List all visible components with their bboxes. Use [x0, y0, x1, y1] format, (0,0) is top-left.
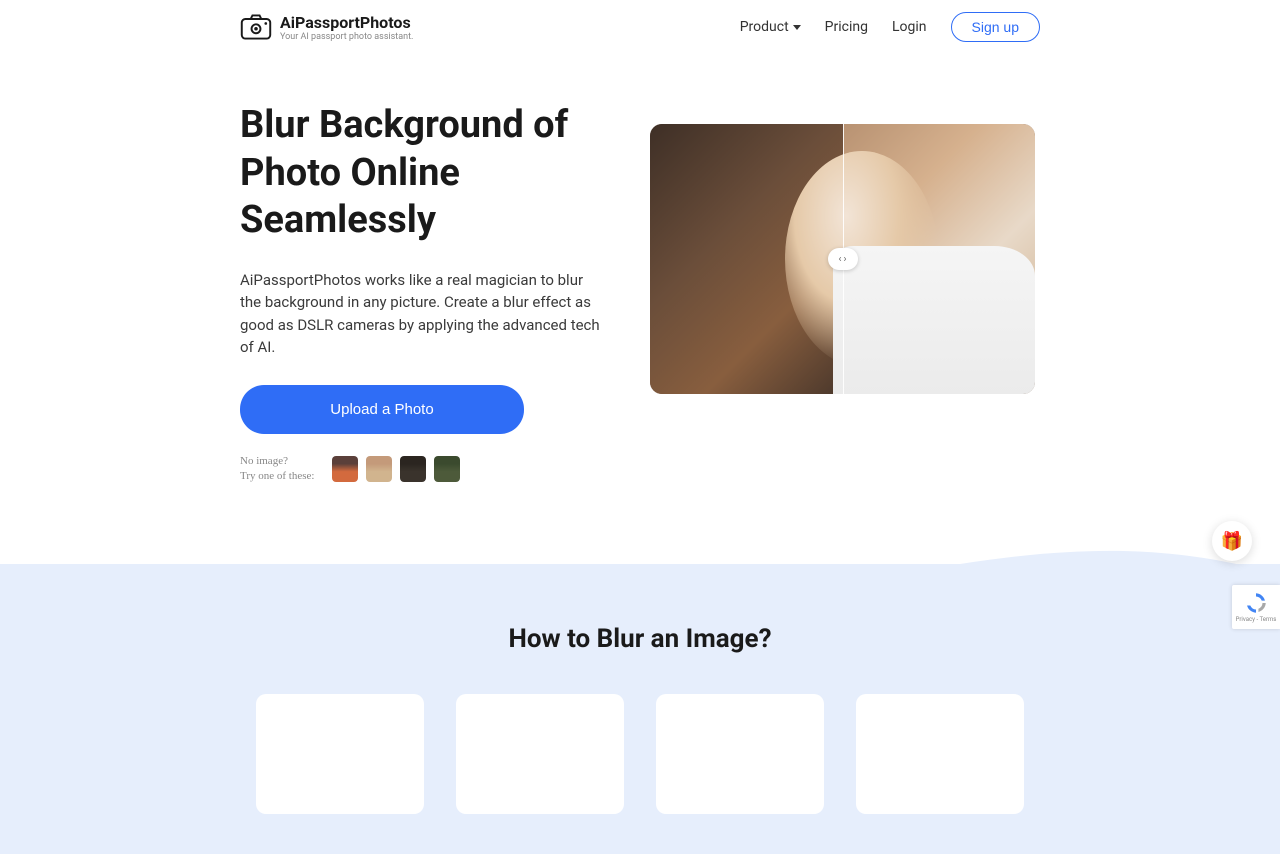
sample-thumb-1[interactable] [332, 456, 358, 482]
compare-after-image [843, 124, 1036, 394]
steps-title: How to Blur an Image? [0, 624, 1280, 654]
hero-title: Blur Background of Photo Online Seamless… [240, 102, 600, 245]
hero-right: ‹ › [650, 84, 1035, 484]
sample-images-row: No image? Try one of these: [240, 454, 600, 485]
steps-cards [0, 694, 1280, 814]
gift-fab-button[interactable]: 🎁 [1212, 521, 1252, 561]
step-card-3 [656, 694, 824, 814]
wave-divider [0, 524, 1280, 604]
recaptcha-terms[interactable]: Terms [1260, 616, 1277, 623]
step-card-4 [856, 694, 1024, 814]
recaptcha-icon [1243, 590, 1269, 616]
nav-pricing[interactable]: Pricing [825, 19, 868, 35]
header: AiPassportPhotos Your AI passport photo … [0, 0, 1280, 54]
chevron-right-icon: › [844, 254, 847, 265]
camera-logo-icon [240, 13, 272, 41]
chevron-left-icon: ‹ [838, 254, 841, 265]
nav-product[interactable]: Product [740, 19, 801, 35]
before-after-compare[interactable]: ‹ › [650, 124, 1035, 394]
brand-name: AiPassportPhotos [280, 13, 413, 32]
recaptcha-links: Privacy - Terms [1236, 616, 1277, 623]
hero-section: Blur Background of Photo Online Seamless… [0, 54, 1280, 484]
sample-thumb-4[interactable] [434, 456, 460, 482]
recaptcha-privacy[interactable]: Privacy [1236, 616, 1255, 623]
step-card-1 [256, 694, 424, 814]
compare-slider-handle[interactable]: ‹ › [828, 248, 858, 270]
sample-thumb-3[interactable] [400, 456, 426, 482]
gift-icon: 🎁 [1221, 531, 1243, 552]
top-nav: Product Pricing Login Sign up [740, 12, 1040, 42]
brand-tagline: Your AI passport photo assistant. [280, 32, 413, 42]
sample-prompt-line2: Try one of these: [240, 469, 314, 484]
logo[interactable]: AiPassportPhotos Your AI passport photo … [240, 13, 413, 42]
recaptcha-badge[interactable]: Privacy - Terms [1232, 585, 1280, 629]
sample-prompt-line1: No image? [240, 454, 314, 469]
sample-thumb-2[interactable] [366, 456, 392, 482]
wave-section: How to Blur an Image? [0, 564, 1280, 854]
nav-product-label: Product [740, 19, 789, 35]
nav-login[interactable]: Login [892, 19, 927, 35]
upload-photo-button[interactable]: Upload a Photo [240, 385, 524, 434]
sample-thumbnails [332, 456, 460, 482]
chevron-down-icon [793, 25, 801, 30]
sample-prompt: No image? Try one of these: [240, 454, 314, 485]
hero-left: Blur Background of Photo Online Seamless… [240, 84, 600, 484]
hero-description: AiPassportPhotos works like a real magic… [240, 269, 600, 359]
step-card-2 [456, 694, 624, 814]
signup-button[interactable]: Sign up [951, 12, 1040, 42]
